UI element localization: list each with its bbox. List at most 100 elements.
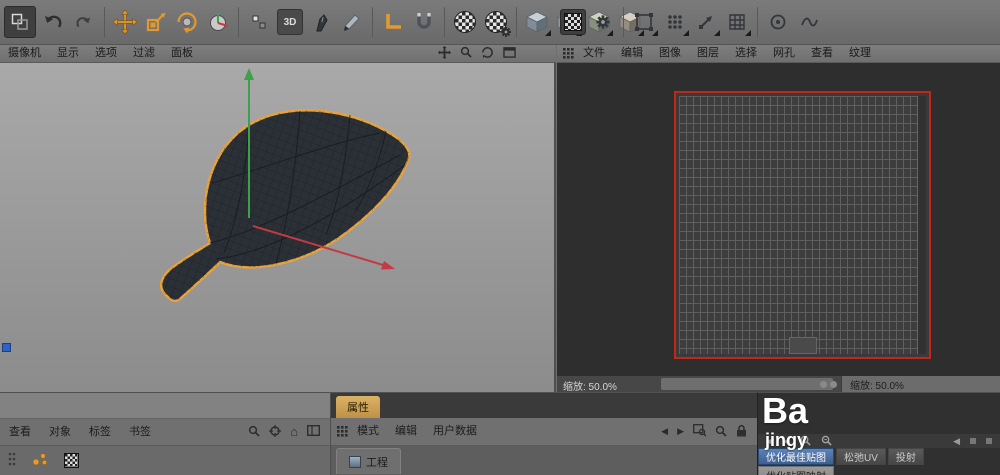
application-window: 3D 摄像机 显示 选项 过滤 面板 文件 编辑 图像 图层 选择 网孔 查看 …: [0, 0, 1000, 475]
menu-texture[interactable]: 纹理: [841, 45, 879, 62]
redo-icon[interactable]: [70, 8, 98, 36]
menu-display[interactable]: 显示: [49, 45, 87, 62]
scroll-dot-icon[interactable]: [830, 381, 837, 388]
object-icon[interactable]: [32, 452, 48, 469]
uv-mesh-notch: [789, 337, 817, 354]
magnet-tool-icon[interactable]: [410, 8, 438, 36]
undo-icon[interactable]: [39, 8, 67, 36]
texture-tag-icon[interactable]: [64, 453, 79, 468]
uv-move-icon[interactable]: [692, 8, 720, 36]
menu-filter[interactable]: 过滤: [125, 45, 163, 62]
menu-userdata[interactable]: 用户数据: [425, 423, 485, 440]
menu-mode[interactable]: 模式: [349, 423, 387, 440]
menu-edit[interactable]: 编辑: [387, 423, 425, 440]
object-row[interactable]: [0, 446, 330, 475]
dropdown-arrow-icon: [545, 30, 551, 36]
menu-layers[interactable]: 图层: [689, 45, 727, 62]
uv-mapping-buttons: 优化最佳贴图 松弛UV 投射: [758, 448, 1000, 465]
home-icon[interactable]: ⌂: [290, 425, 298, 438]
uv-texture-view[interactable]: [557, 63, 1000, 375]
attribute-menubar: 模式 编辑 用户数据 ◀ ▶: [331, 418, 757, 446]
menu-panel[interactable]: 面板: [163, 45, 201, 62]
object-manager-tabs: 查看 对象 标签 书签 ⌂: [0, 419, 330, 446]
render-view-icon[interactable]: [451, 8, 479, 36]
panel-menu-icon[interactable]: [337, 426, 349, 437]
menu-file[interactable]: 文件: [575, 45, 613, 62]
back-arrow-icon[interactable]: ◀: [953, 436, 960, 447]
menu-camera[interactable]: 摄像机: [0, 45, 49, 62]
uv-optimize-mapping-button[interactable]: 优化贴图映射: [758, 466, 834, 475]
render-settings-icon[interactable]: [482, 8, 511, 37]
uv-grid-icon[interactable]: [723, 8, 751, 36]
zoom-view-icon[interactable]: [460, 46, 472, 61]
object-manager-panel: 查看 对象 标签 书签 ⌂: [0, 392, 330, 475]
project-icon: [349, 455, 361, 468]
watermark: Ba jingy: [762, 390, 809, 450]
tab-tags[interactable]: 标签: [80, 424, 120, 441]
axis-lock-icon[interactable]: [245, 8, 273, 36]
3d-snap-label: 3D: [283, 16, 297, 28]
crosshair-icon[interactable]: [269, 424, 282, 440]
rotate-tool-icon[interactable]: [173, 8, 201, 36]
tab-bookmarks[interactable]: 书签: [120, 424, 160, 441]
workplane-icon[interactable]: [379, 8, 407, 36]
panel-layout-icon[interactable]: [306, 424, 321, 439]
tab-objects[interactable]: 对象: [40, 424, 80, 441]
scroll-dot-icon[interactable]: [970, 438, 976, 444]
tab-project[interactable]: 工程: [336, 448, 401, 474]
horizontal-scrollbar-thumb[interactable]: [661, 378, 833, 390]
texture-settings-icon[interactable]: [589, 8, 617, 36]
uv-circle-select-icon[interactable]: [764, 8, 792, 36]
drag-handle-icon[interactable]: [8, 452, 16, 469]
toolbar-separator: [104, 7, 105, 37]
add-cube-icon[interactable]: [523, 8, 551, 36]
pan-view-icon[interactable]: [438, 45, 451, 62]
attribute-tab-strip: 属性: [331, 393, 757, 418]
zoom-level-right: 缩放: 50.0%: [850, 380, 904, 392]
tab-project-label: 工程: [366, 456, 388, 469]
uv-relax-button[interactable]: 松弛UV: [836, 448, 886, 465]
move-tool-icon[interactable]: [111, 8, 139, 36]
uv-relax-curve-icon[interactable]: [795, 8, 823, 36]
menu-edit[interactable]: 编辑: [613, 45, 651, 62]
back-arrow-icon[interactable]: ◀: [661, 426, 668, 437]
dropdown-arrow-icon: [714, 30, 720, 36]
dropdown-arrow-icon: [652, 30, 658, 36]
menu-uvmesh[interactable]: 网孔: [765, 45, 803, 62]
coordinate-system-icon[interactable]: [204, 8, 232, 36]
menu-image[interactable]: 图像: [651, 45, 689, 62]
uv-point-mode-icon[interactable]: [661, 8, 689, 36]
search-icon[interactable]: [248, 425, 260, 440]
scale-tool-icon[interactable]: [142, 8, 170, 36]
uv-mapping-panel: ◀ ◀ ◀ 优化最佳贴图 松弛UV 投射 优化贴图映射 Ba jingy: [757, 390, 1000, 475]
menu-options[interactable]: 选项: [87, 45, 125, 62]
3d-viewport[interactable]: [0, 63, 556, 392]
knife-tool-icon[interactable]: [338, 8, 366, 36]
scroll-dot-icon[interactable]: [820, 381, 827, 388]
toggle-view-icon[interactable]: [503, 46, 516, 61]
search-icon[interactable]: [715, 425, 727, 439]
lock-icon[interactable]: [736, 424, 747, 439]
tab-attributes[interactable]: 属性: [336, 396, 380, 418]
tab-view[interactable]: 查看: [0, 424, 40, 441]
toolbar-left-group: 3D: [4, 0, 644, 44]
uv-optimal-mapping-button[interactable]: 优化最佳贴图: [758, 448, 834, 465]
3d-snap-icon[interactable]: 3D: [276, 8, 304, 36]
rotate-view-icon[interactable]: [481, 46, 494, 62]
menu-view[interactable]: 查看: [803, 45, 841, 62]
spline-pen-icon[interactable]: [307, 8, 335, 36]
tab-attributes-label: 属性: [347, 402, 369, 414]
zoom-out-icon[interactable]: [821, 435, 832, 448]
uv-mapping-buttons-row2: 优化贴图映射: [758, 466, 1000, 475]
scroll-dot-icon[interactable]: [986, 438, 992, 444]
watermark-line1: Ba: [762, 390, 809, 431]
uv-polygon-mode-icon[interactable]: [630, 8, 658, 36]
forward-arrow-icon[interactable]: ▶: [677, 426, 684, 437]
texture-preview-icon[interactable]: [560, 9, 586, 35]
uv-projection-button[interactable]: 投射: [887, 448, 924, 465]
toolbar-separator: [238, 7, 239, 37]
zoom-region-icon[interactable]: [693, 424, 707, 439]
menu-select[interactable]: 选择: [727, 45, 765, 62]
panel-menu-icon[interactable]: [563, 48, 575, 59]
selection-tool-icon[interactable]: [4, 6, 36, 38]
